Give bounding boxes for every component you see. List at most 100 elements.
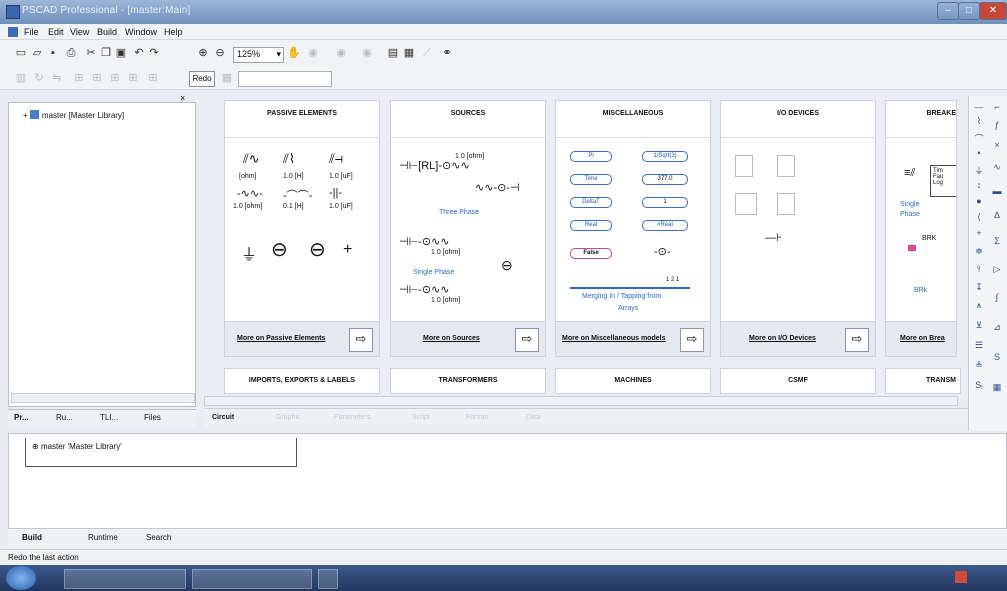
array-tap-icon[interactable]: 1 2 1 [666,277,679,283]
filter-icon[interactable]: ▦ [220,71,234,85]
new-file-icon[interactable]: ▭ [14,46,28,60]
tab-parameters[interactable]: Parameters [334,414,370,421]
gain-tool-icon[interactable]: ▷ [991,264,1003,275]
misc-pill-right[interactable]: #Real [642,220,688,231]
menu-view[interactable]: View [70,27,89,37]
breaker-tool-icon[interactable]: ⫯ [973,264,985,275]
group-icon[interactable]: ⊞ [108,71,122,85]
cut-icon[interactable]: ✂ [84,46,98,60]
node-tool-icon[interactable]: • [973,148,985,158]
inductor-icon[interactable]: -⌒⌒- [283,187,312,203]
io-slider-icon[interactable] [735,155,753,177]
variable-capacitor-icon[interactable]: ⫽⊣ [329,151,343,167]
copy-icon[interactable]: ❐ [99,46,113,60]
taskbar-item[interactable] [318,569,338,589]
dc-source-icon[interactable]: ⊖ [501,257,513,274]
tree-item-master[interactable]: + master [Master Library] [23,110,124,120]
build-tree-item[interactable]: ⊕ master 'Master Library' [32,442,122,451]
zoom-out-icon[interactable]: ⊖ [213,46,227,60]
card-machines[interactable]: MACHINES [555,368,711,394]
misc-pill-right[interactable]: 1/Sqrt(3) [642,151,688,162]
card-imports-exports[interactable]: IMPORTS, EXPORTS & LABELS [224,368,380,394]
label-tool-icon[interactable]: Sᵢ [973,380,985,390]
layout-icon[interactable]: ▦ [402,46,416,60]
misc-pill-false[interactable]: False [570,248,612,259]
redo-button[interactable]: Redo [189,71,215,87]
wire-icon[interactable]: ⟋ [420,46,434,60]
misc-pill-left[interactable]: Real [570,220,612,231]
misc-pill-left[interactable]: Pi [570,151,612,162]
more-breakers-link[interactable]: More on Brea [900,335,945,342]
more-io-button[interactable]: ⇨ [845,328,869,352]
io-dial-icon[interactable] [777,155,795,177]
capacitor-icon[interactable]: -||- [329,187,342,199]
resistor-icon[interactable]: -∿∿- [237,187,263,200]
ac-tool-icon[interactable]: ∿ [991,162,1003,173]
menu-build[interactable]: Build [97,27,117,37]
signal-tool-icon[interactable]: ≗ [973,360,985,371]
print-icon[interactable]: ⎙ [64,46,78,60]
inductor-tool-icon[interactable]: ⌒ [973,132,985,145]
snap-icon[interactable]: ⊞ [90,71,104,85]
arrow-tool-icon[interactable]: ⟨ [973,212,985,223]
tab-circuit[interactable]: Circuit [212,414,234,421]
canvas-horizontal-scrollbar[interactable] [204,396,958,406]
close-button[interactable]: ✕ [979,2,1007,20]
breaker-icon[interactable]: ≡⫽ [904,167,915,180]
switch-node-icon[interactable]: ⊖ [309,237,326,262]
bar-tool-icon[interactable]: ▬ [991,186,1003,196]
more-passive-link[interactable]: More on Passive Elements [237,335,325,342]
stop-icon[interactable]: ◉ [334,46,348,60]
timed-fault-logic-box[interactable]: Tim Fau Log [930,165,956,197]
misc-pill-left[interactable]: Time [570,174,612,185]
minimize-button[interactable]: – [937,2,959,20]
tab-data[interactable]: Data [526,414,541,421]
redo-icon[interactable]: ↷ [147,46,161,60]
properties-icon[interactable]: ⊞ [146,71,160,85]
binoculars-icon[interactable]: ⚭ [440,46,454,60]
scope-tool-icon[interactable]: Ѕ [991,352,1003,362]
xfmr-tool-icon[interactable]: ≑ [973,246,985,257]
plot-tool-icon[interactable]: ⊿ [991,322,1003,333]
three-phase-source-icon[interactable]: ∿∿-⊙-⊣ [475,181,520,194]
zoom-in-icon[interactable]: ⊕ [196,46,210,60]
brk-signal-icon[interactable] [902,245,952,251]
rl-source-icon[interactable]: ⊣⊢[RL]-⊙∿∿ [399,159,470,172]
flip-icon[interactable]: ⇋ [50,71,64,85]
tab-runtime-output[interactable]: Runtime [88,533,118,542]
pan-hand-icon[interactable]: ✋ [287,46,301,60]
card-csmf[interactable]: CSMF [720,368,876,394]
card-transformers[interactable]: TRANSFORMERS [390,368,546,394]
tab-files[interactable]: Files [144,413,161,422]
dc-resistor-source-icon[interactable]: ⊣⊢-⊙∿∿ [399,283,449,296]
ladder-tool-icon[interactable]: ☰ [973,340,985,351]
graph-icon[interactable]: ▤ [386,46,400,60]
io-switch-icon[interactable] [735,193,757,215]
more-sources-link[interactable]: More on Sources [423,335,480,342]
paste-icon[interactable]: ▣ [114,46,128,60]
tray-icon[interactable] [955,571,967,583]
card-transmission[interactable]: TRANSM [885,368,961,394]
breaker-node-icon[interactable]: ⊖ [271,237,288,262]
misc-pill-right[interactable]: 377.0 [642,174,688,185]
resistor-tool-icon[interactable]: ⌇ [973,116,985,127]
meter-tool-icon[interactable]: ↧ [973,282,985,293]
undo-icon[interactable]: ↶ [132,46,146,60]
single-phase-source-icon[interactable]: ⊣⊢-⊙∿∿ [399,235,449,248]
grid-tool-icon[interactable]: ▦ [991,382,1003,393]
dash-icon[interactable]: — [973,102,985,112]
tab-tli[interactable]: TLI... [100,413,118,422]
tab-script[interactable]: Script [412,414,430,421]
more-misc-button[interactable]: ⇨ [680,328,704,352]
menu-help[interactable]: Help [164,27,183,37]
pause-icon[interactable]: ◉ [360,46,374,60]
source-tool-icon[interactable]: ↕ [973,180,985,190]
menu-window[interactable]: Window [125,27,157,37]
misc-pill-left[interactable]: DeltaT [570,197,612,208]
tab-projects[interactable]: Pr... [14,413,29,422]
x-tool-icon[interactable]: × [991,140,1003,150]
sum-tool-icon[interactable]: Σ [991,236,1003,246]
wire-tool-icon[interactable]: ⊻ [973,320,985,331]
tab-runtime[interactable]: Ru... [56,413,73,422]
more-io-link[interactable]: More on I/O Devices [749,335,816,342]
